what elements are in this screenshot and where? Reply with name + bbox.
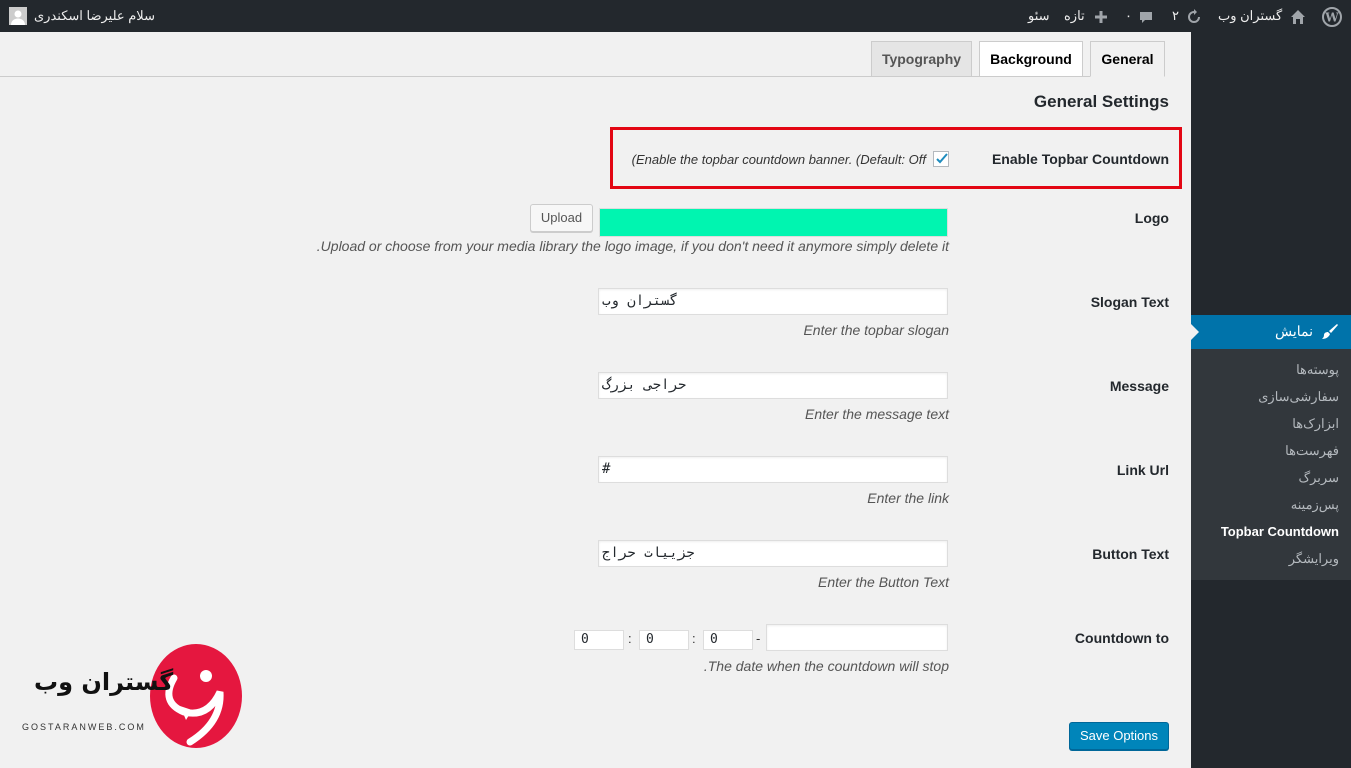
message-input[interactable]: حراجی بزرگ [598,372,948,399]
countdown-date-input[interactable] [766,624,948,651]
avatar[interactable] [9,0,27,32]
watermark-brand: گستران وب [34,668,174,696]
comments-count[interactable]: ۰ [1125,0,1132,32]
slogan-label: Slogan Text [1090,294,1169,310]
logo-description: .Upload or choose from your media librar… [316,238,949,254]
link-label: Link Url [1116,462,1169,478]
enable-label: Enable Topbar Countdown [991,151,1169,167]
slogan-description: Enter the topbar slogan [803,322,949,338]
countdown-minute-input[interactable]: 0 [639,630,689,650]
button-text-label: Button Text [1092,546,1169,562]
svg-text:W: W [1324,10,1339,24]
time-separator: : [628,631,632,646]
tab-typography[interactable]: Typography [871,41,972,76]
countdown-second-input[interactable]: 0 [703,630,753,650]
message-description: Enter the message text [805,406,949,422]
upload-button[interactable]: Upload [530,204,593,232]
date-time-separator: - [756,631,761,646]
countdown-hour-input[interactable]: 0 [574,630,624,650]
submenu-editor[interactable]: ویرایشگر [1289,551,1339,567]
link-description: Enter the link [867,490,949,506]
site-name-link[interactable]: گستران وب [1218,0,1282,32]
time-separator: : [692,631,696,646]
tab-baseline [0,76,1165,77]
submenu-themes[interactable]: پوسته‌ها [1296,362,1339,378]
countdown-description: .The date when the countdown will stop [703,658,949,674]
sidebar-item-label: نمایش [1274,323,1313,339]
checkmark-icon [936,153,948,164]
section-title: General Settings [1033,92,1169,111]
enable-checkbox[interactable] [933,151,949,167]
submenu-topbar-countdown[interactable]: Topbar Countdown [1221,524,1339,539]
link-input[interactable]: # [598,456,948,483]
submenu-background[interactable]: پس‌زمینه [1291,497,1339,513]
home-icon[interactable] [1290,0,1306,32]
slogan-input[interactable]: گستران وب [598,288,948,315]
gostaranweb-watermark: گستران وب GOSTARANWEB.COM [14,640,244,755]
enable-description: (Enable the topbar countdown banner. (De… [631,152,926,167]
save-options-button[interactable]: Save Options [1069,722,1169,750]
watermark-domain: GOSTARANWEB.COM [22,722,146,732]
wordpress-logo-icon[interactable]: W [1322,0,1342,32]
current-menu-arrow [1191,324,1199,340]
submenu-widgets[interactable]: ابزارک‌ها [1292,416,1339,432]
comments-icon[interactable] [1138,0,1154,32]
updates-icon[interactable] [1186,0,1202,32]
message-label: Message [1109,378,1169,394]
logo-color-swatch[interactable] [599,208,948,237]
logo-label: Logo [1134,210,1169,226]
appearance-submenu: پوسته‌ها سفارشی‌سازی ابزارک‌ها فهرست‌ها … [1191,349,1351,580]
sidebar-item-appearance[interactable]: نمایش [1191,315,1351,349]
brush-icon [1321,323,1339,344]
new-content-link[interactable]: تازه [1064,0,1085,32]
plus-icon[interactable] [1094,0,1108,32]
gostaranweb-logo-icon [150,644,242,748]
admin-sidebar: نمایش پوسته‌ها سفارشی‌سازی ابزارک‌ها فهر… [1191,32,1351,768]
greeting-link[interactable]: سلام علیرضا اسکندری [34,0,155,32]
submenu-header[interactable]: سربرگ [1299,470,1340,486]
button-text-input[interactable]: جزییات حراج [598,540,948,567]
tab-general[interactable]: General [1090,41,1165,77]
updates-count[interactable]: ۲ [1172,0,1179,32]
seo-menu-link[interactable]: سئو [1028,0,1050,32]
countdown-label: Countdown to [1074,630,1169,646]
tab-background[interactable]: Background [979,41,1083,76]
submenu-menus[interactable]: فهرست‌ها [1285,443,1339,459]
button-text-description: Enter the Button Text [817,574,949,590]
admin-bar: W گستران وب ۲ ۰ تازه سئو سلام علیرضا اسک… [0,0,1351,32]
submenu-customize[interactable]: سفارشی‌سازی [1258,389,1339,405]
